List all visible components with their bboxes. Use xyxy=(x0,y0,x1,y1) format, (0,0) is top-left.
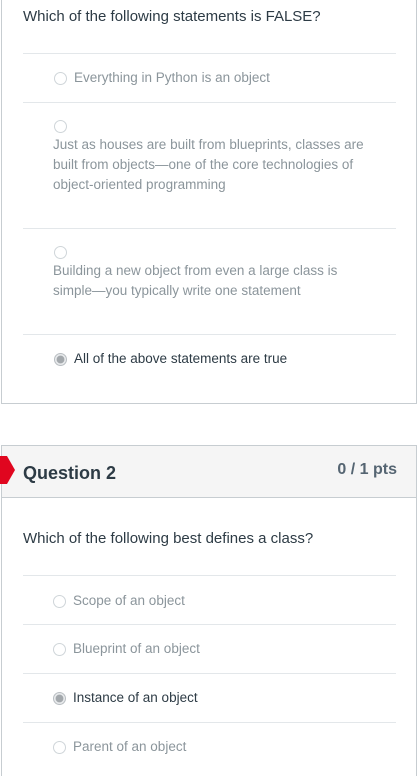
answer-label: Instance of an object xyxy=(73,690,198,705)
question-1-card: Which of the following statements is FAL… xyxy=(1,0,417,404)
answer-label: Building a new object from even a large … xyxy=(53,263,338,298)
radio-button[interactable] xyxy=(53,643,66,656)
answer-label: Blueprint of an object xyxy=(73,641,200,656)
radio-button[interactable] xyxy=(54,246,67,259)
divider xyxy=(23,102,396,103)
incorrect-flag-icon xyxy=(0,456,15,484)
answer-label: Just as houses are built from blueprints… xyxy=(53,137,364,192)
question-2-prompt: Which of the following best defines a cl… xyxy=(23,530,314,547)
radio-button-selected[interactable] xyxy=(53,692,66,705)
divider xyxy=(23,722,396,723)
radio-button-selected[interactable] xyxy=(54,353,67,366)
answer-label: All of the above statements are true xyxy=(74,351,288,366)
divider xyxy=(23,624,396,625)
question-title: Question 2 xyxy=(23,463,117,483)
divider xyxy=(23,228,396,229)
radio-button[interactable] xyxy=(54,120,67,133)
answer-label: Everything in Python is an object xyxy=(74,70,270,85)
divider xyxy=(23,575,396,576)
question-2-card: Question 2 0 / 1 pts Which of the follow… xyxy=(1,445,417,776)
question-header: Question 2 0 / 1 pts xyxy=(2,446,416,498)
divider xyxy=(23,53,396,54)
divider xyxy=(23,673,396,674)
points-label: 0 / 1 pts xyxy=(337,461,397,478)
answer-label: Scope of an object xyxy=(73,593,185,608)
radio-button[interactable] xyxy=(53,741,66,754)
radio-button[interactable] xyxy=(54,72,67,85)
answer-label: Parent of an object xyxy=(73,739,187,754)
question-1-prompt: Which of the following statements is FAL… xyxy=(23,8,321,25)
radio-button[interactable] xyxy=(53,595,66,608)
divider xyxy=(23,334,396,335)
